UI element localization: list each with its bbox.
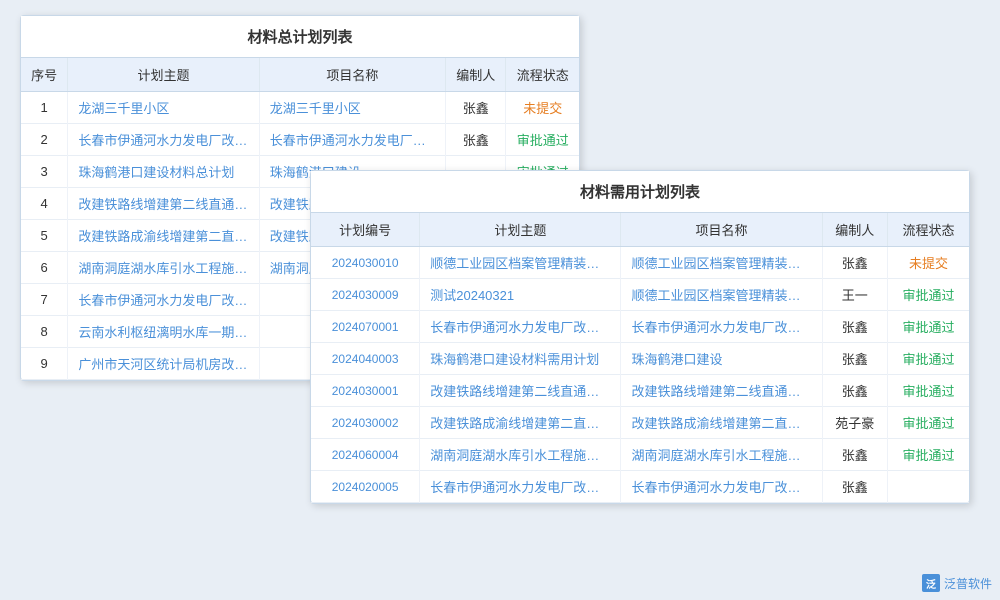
table1-title: 材料总计划列表 xyxy=(21,16,579,58)
cell-status: 审批通过 xyxy=(887,407,969,439)
cell-plan[interactable]: 云南水利枢纽漓明水库一期工程施工标材料... xyxy=(68,316,259,348)
cell-project[interactable]: 龙湖三千里小区 xyxy=(259,92,445,124)
table1-header-row: 序号 计划主题 项目名称 编制人 流程状态 xyxy=(21,58,579,92)
cell-plan[interactable]: 顺德工业园区档案管理精装饰工程（... xyxy=(420,247,621,279)
table-row: 1龙湖三千里小区龙湖三千里小区张鑫未提交 xyxy=(21,92,579,124)
table1-col-project: 项目名称 xyxy=(259,58,445,92)
cell-plan[interactable]: 长春市伊通河水力发电厂改建工程材... xyxy=(420,471,621,503)
cell-id: 5 xyxy=(21,220,68,252)
cell-code[interactable]: 2024020005 xyxy=(311,471,420,503)
table2-col-code: 计划编号 xyxy=(311,213,420,247)
cell-plan[interactable]: 广州市天河区统计局机房改造项目材料总计划 xyxy=(68,348,259,380)
cell-project[interactable]: 长春市伊通河水力发电厂改建工程 xyxy=(621,471,822,503)
table-row: 2024030002改建铁路成渝线增建第二直通线（成...改建铁路成渝线增建第二… xyxy=(311,407,969,439)
cell-project[interactable]: 长春市伊通河水力发电厂改建工程 xyxy=(621,311,822,343)
table1-col-plan: 计划主题 xyxy=(68,58,259,92)
table-row: 2长春市伊通河水力发电厂改建工程合同材料...长春市伊通河水力发电厂改建工程张鑫… xyxy=(21,124,579,156)
cell-id: 8 xyxy=(21,316,68,348)
cell-plan[interactable]: 改建铁路成渝线增建第二直通线（成渝枢纽... xyxy=(68,220,259,252)
cell-code[interactable]: 2024030001 xyxy=(311,375,420,407)
cell-code[interactable]: 2024030010 xyxy=(311,247,420,279)
cell-plan[interactable]: 改建铁路线增建第二线直通线（成都-西安）... xyxy=(68,188,259,220)
cell-project[interactable]: 改建铁路成渝线增建第二直通线（成... xyxy=(621,407,822,439)
table1-col-editor: 编制人 xyxy=(446,58,506,92)
cell-id: 3 xyxy=(21,156,68,188)
cell-plan[interactable]: 湖南洞庭湖水库引水工程施工标材料总计划 xyxy=(68,252,259,284)
cell-plan[interactable]: 龙湖三千里小区 xyxy=(68,92,259,124)
cell-plan[interactable]: 改建铁路线增建第二线直通线（成都... xyxy=(420,375,621,407)
cell-status: 审批通过 xyxy=(887,311,969,343)
cell-editor: 张鑫 xyxy=(446,92,506,124)
cell-editor: 张鑫 xyxy=(822,375,887,407)
table2-col-plan: 计划主题 xyxy=(420,213,621,247)
cell-plan[interactable]: 珠海鹤港口建设材料总计划 xyxy=(68,156,259,188)
cell-editor: 张鑫 xyxy=(446,124,506,156)
cell-project[interactable]: 长春市伊通河水力发电厂改建工程 xyxy=(259,124,445,156)
table2-col-project: 项目名称 xyxy=(621,213,822,247)
table-row: 2024070001长春市伊通河水力发电厂改建工程合...长春市伊通河水力发电厂… xyxy=(311,311,969,343)
cell-project[interactable]: 顺德工业园区档案管理精装修工程（... xyxy=(621,279,822,311)
cell-status: 审批通过 xyxy=(887,279,969,311)
table1-col-id: 序号 xyxy=(21,58,68,92)
cell-project[interactable]: 顺德工业园区档案管理精装修工程（... xyxy=(621,247,822,279)
table-row: 2024060004湖南洞庭湖水库引水工程施工标材...湖南洞庭湖水库引水工程施… xyxy=(311,439,969,471)
cell-status: 未提交 xyxy=(887,247,969,279)
table-row: 2024030010顺德工业园区档案管理精装饰工程（...顺德工业园区档案管理精… xyxy=(311,247,969,279)
cell-id: 9 xyxy=(21,348,68,380)
watermark-text: 泛普软件 xyxy=(944,575,992,592)
table2-title: 材料需用计划列表 xyxy=(311,171,969,213)
table2-container: 材料需用计划列表 计划编号 计划主题 项目名称 编制人 流程状态 2024030… xyxy=(310,170,970,504)
cell-code[interactable]: 2024040003 xyxy=(311,343,420,375)
cell-editor: 张鑫 xyxy=(822,343,887,375)
cell-plan[interactable]: 测试20240321 xyxy=(420,279,621,311)
cell-status xyxy=(887,471,969,503)
cell-plan[interactable]: 长春市伊通河水力发电厂改建工程合... xyxy=(420,311,621,343)
table2-col-editor: 编制人 xyxy=(822,213,887,247)
table-row: 2024020005长春市伊通河水力发电厂改建工程材...长春市伊通河水力发电厂… xyxy=(311,471,969,503)
cell-project[interactable]: 珠海鹤港口建设 xyxy=(621,343,822,375)
cell-plan[interactable]: 长春市伊通河水力发电厂改建工程合同材料... xyxy=(68,124,259,156)
cell-id: 4 xyxy=(21,188,68,220)
cell-plan[interactable]: 改建铁路成渝线增建第二直通线（成... xyxy=(420,407,621,439)
table2-col-status: 流程状态 xyxy=(887,213,969,247)
table2-header-row: 计划编号 计划主题 项目名称 编制人 流程状态 xyxy=(311,213,969,247)
cell-plan[interactable]: 长春市伊通河水力发电厂改建工程材料总计划 xyxy=(68,284,259,316)
cell-status: 审批通过 xyxy=(887,343,969,375)
cell-code[interactable]: 2024070001 xyxy=(311,311,420,343)
table-row: 2024030009测试20240321顺德工业园区档案管理精装修工程（...王… xyxy=(311,279,969,311)
cell-status: 未提交 xyxy=(506,92,579,124)
cell-editor: 张鑫 xyxy=(822,311,887,343)
cell-project[interactable]: 湖南洞庭湖水库引水工程施工标 xyxy=(621,439,822,471)
cell-id: 2 xyxy=(21,124,68,156)
table2: 计划编号 计划主题 项目名称 编制人 流程状态 2024030010顺德工业园区… xyxy=(311,213,969,503)
cell-status: 审批通过 xyxy=(887,375,969,407)
cell-id: 6 xyxy=(21,252,68,284)
cell-plan[interactable]: 湖南洞庭湖水库引水工程施工标材... xyxy=(420,439,621,471)
cell-code[interactable]: 2024060004 xyxy=(311,439,420,471)
watermark-icon: 泛 xyxy=(922,574,940,592)
watermark: 泛 泛普软件 xyxy=(922,574,992,592)
cell-code[interactable]: 2024030009 xyxy=(311,279,420,311)
cell-id: 1 xyxy=(21,92,68,124)
cell-id: 7 xyxy=(21,284,68,316)
table-row: 2024040003珠海鹤港口建设材料需用计划珠海鹤港口建设张鑫审批通过 xyxy=(311,343,969,375)
cell-editor: 张鑫 xyxy=(822,439,887,471)
cell-status: 审批通过 xyxy=(887,439,969,471)
cell-status: 审批通过 xyxy=(506,124,579,156)
cell-project[interactable]: 改建铁路线增建第二线直通线（成都... xyxy=(621,375,822,407)
table1-col-status: 流程状态 xyxy=(506,58,579,92)
cell-editor: 苑子豪 xyxy=(822,407,887,439)
cell-editor: 王一 xyxy=(822,279,887,311)
table-row: 2024030001改建铁路线增建第二线直通线（成都...改建铁路线增建第二线直… xyxy=(311,375,969,407)
cell-editor: 张鑫 xyxy=(822,471,887,503)
cell-plan[interactable]: 珠海鹤港口建设材料需用计划 xyxy=(420,343,621,375)
cell-code[interactable]: 2024030002 xyxy=(311,407,420,439)
cell-editor: 张鑫 xyxy=(822,247,887,279)
